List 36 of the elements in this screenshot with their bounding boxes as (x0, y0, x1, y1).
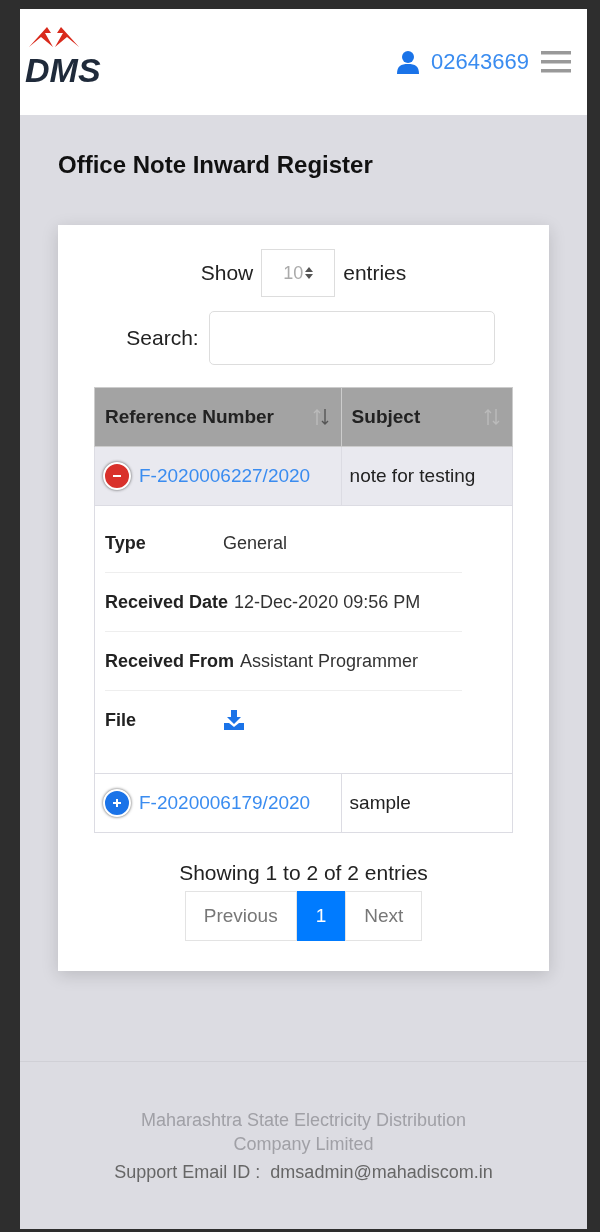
detail-label: Type (105, 532, 147, 554)
support-label: Support Email ID : (114, 1162, 261, 1182)
column-header[interactable]: Reference Number (94, 387, 342, 447)
page-button[interactable]: Previous (184, 891, 297, 941)
page-button[interactable]: Next (345, 891, 423, 941)
search-field[interactable] (208, 311, 495, 365)
menu-icon[interactable] (541, 50, 571, 74)
show-label: Show (200, 261, 254, 285)
support-email: dmsadmin@mahadiscom.in (270, 1162, 493, 1182)
detail-value: 12-Dec-2020 09:56 PM (234, 591, 421, 613)
expand-button[interactable] (103, 789, 131, 817)
detail-value: Assistant Programmer (240, 650, 419, 672)
detail-label: Received From (105, 650, 235, 672)
page-title: Office Note Inward Register (58, 151, 374, 179)
download-icon[interactable] (223, 709, 245, 731)
logo-text: DMS (25, 53, 101, 87)
sort-caret-icon (305, 267, 314, 279)
search-label: Search: (126, 326, 199, 350)
company-name: Maharashtra State Electricity Distribution Company Limited (140, 1109, 467, 1156)
table-info: Showing 1 to 2 of 2 entries (178, 861, 429, 885)
table-cell: note for testing (341, 446, 513, 506)
table-cell: sample (341, 773, 513, 833)
reference-link[interactable]: F-2020006179/2020 (139, 792, 311, 814)
reference-link[interactable]: F-2020006227/2020 (139, 465, 311, 487)
column-header[interactable]: Subject (341, 387, 513, 447)
entries-label: entries (343, 261, 407, 285)
user-id[interactable]: 02643669 (431, 49, 529, 75)
collapse-button[interactable] (103, 462, 131, 490)
sort-icon (482, 407, 502, 427)
detail-label: Received Date (105, 591, 229, 613)
page-button[interactable]: 1 (296, 891, 346, 941)
entries-select[interactable]: 10 (261, 249, 336, 297)
user-icon[interactable] (397, 50, 420, 74)
detail-label: File (105, 709, 137, 731)
detail-value: General (223, 532, 288, 554)
plus-icon (111, 797, 123, 809)
